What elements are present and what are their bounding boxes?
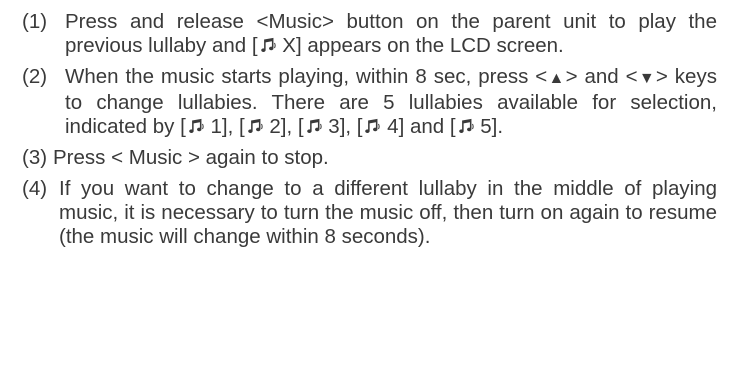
step-text: Press < Music > again to stop.: [53, 146, 329, 169]
step-number: (2): [22, 65, 48, 88]
instruction-list: (1) Press and release <Music> button on …: [0, 0, 729, 375]
step-text-segment: 5].: [474, 115, 504, 138]
step-text-segment: 2], [: [263, 115, 304, 138]
step-text: If you want to change to a different lul…: [59, 177, 717, 248]
music-note-icon: [363, 118, 381, 135]
step-2: (2) When the music starts playing, withi…: [22, 65, 717, 139]
up-arrow-icon: ▲: [547, 70, 566, 87]
step-text-segment: 3], [: [322, 115, 363, 138]
step-text-segment: X] appears on the LCD screen.: [276, 34, 564, 57]
step-text: Press and release <Music> button on the …: [65, 10, 717, 58]
music-note-icon: [305, 118, 322, 135]
music-note-icon: [457, 118, 474, 135]
step-text-segment: When the music starts playing, within 8 …: [65, 65, 548, 88]
step-3: (3) Press < Music > again to stop.: [22, 146, 717, 170]
music-note-icon: [246, 118, 263, 135]
step-number: (3): [22, 146, 48, 169]
step-text-segment: 1], [: [204, 115, 245, 138]
step-4: (4) If you want to change to a different…: [22, 177, 717, 249]
step-text-segment: 4] and [: [381, 115, 456, 138]
music-note-icon: [187, 118, 204, 135]
step-text: When the music starts playing, within 8 …: [65, 65, 717, 139]
music-note-icon: [259, 37, 276, 54]
step-number: (4): [22, 177, 48, 200]
step-number: (1): [22, 10, 48, 33]
step-1: (1) Press and release <Music> button on …: [22, 10, 717, 58]
down-arrow-icon: ▼: [637, 70, 656, 87]
step-text-segment: > and <: [565, 65, 638, 88]
